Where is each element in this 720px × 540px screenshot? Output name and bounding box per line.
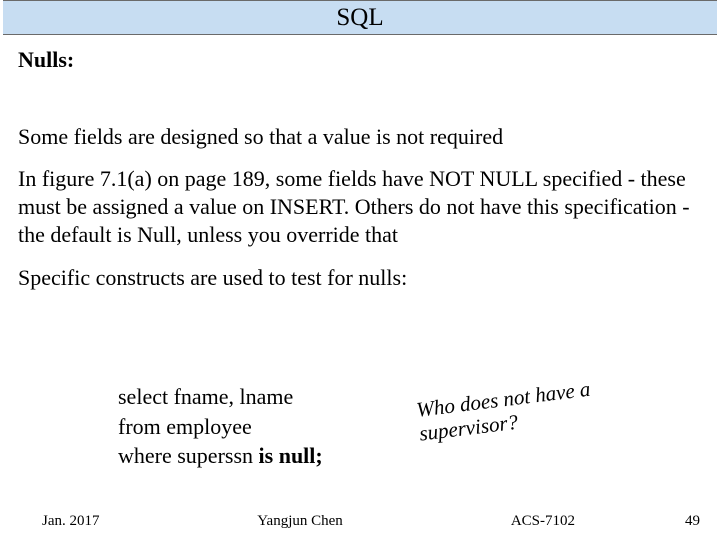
- footer: Jan. 2017 Yangjun Chen ACS-7102 49: [0, 513, 720, 530]
- code-line-1: select fname, lname: [118, 382, 418, 412]
- title-bar: SQL: [3, 0, 717, 35]
- code-line-3: where superssn is null;: [118, 441, 418, 471]
- code-line-2: from employee: [118, 412, 418, 442]
- footer-page-number: 49: [685, 513, 700, 530]
- body-text: Some fields are designed so that a value…: [0, 123, 720, 292]
- paragraph-1: Some fields are designed so that a value…: [18, 123, 702, 151]
- code-line-3-prefix: where superssn: [118, 443, 259, 468]
- slide-title: SQL: [336, 4, 383, 31]
- code-line-3-keyword: is null;: [259, 443, 323, 468]
- slide: SQL Nulls: Some fields are designed so t…: [0, 0, 720, 540]
- handwritten-annotation: Who does not have a supervisor?: [415, 377, 595, 446]
- paragraph-3: Specific constructs are used to test for…: [18, 264, 702, 292]
- sql-code-block: select fname, lname from employee where …: [118, 382, 418, 471]
- footer-right-group: ACS-7102 49: [511, 513, 700, 530]
- footer-course: ACS-7102: [511, 513, 575, 530]
- paragraph-2: In figure 7.1(a) on page 189, some field…: [18, 165, 702, 249]
- footer-author: Yangjun Chen: [257, 513, 343, 530]
- section-heading: Nulls:: [0, 35, 720, 73]
